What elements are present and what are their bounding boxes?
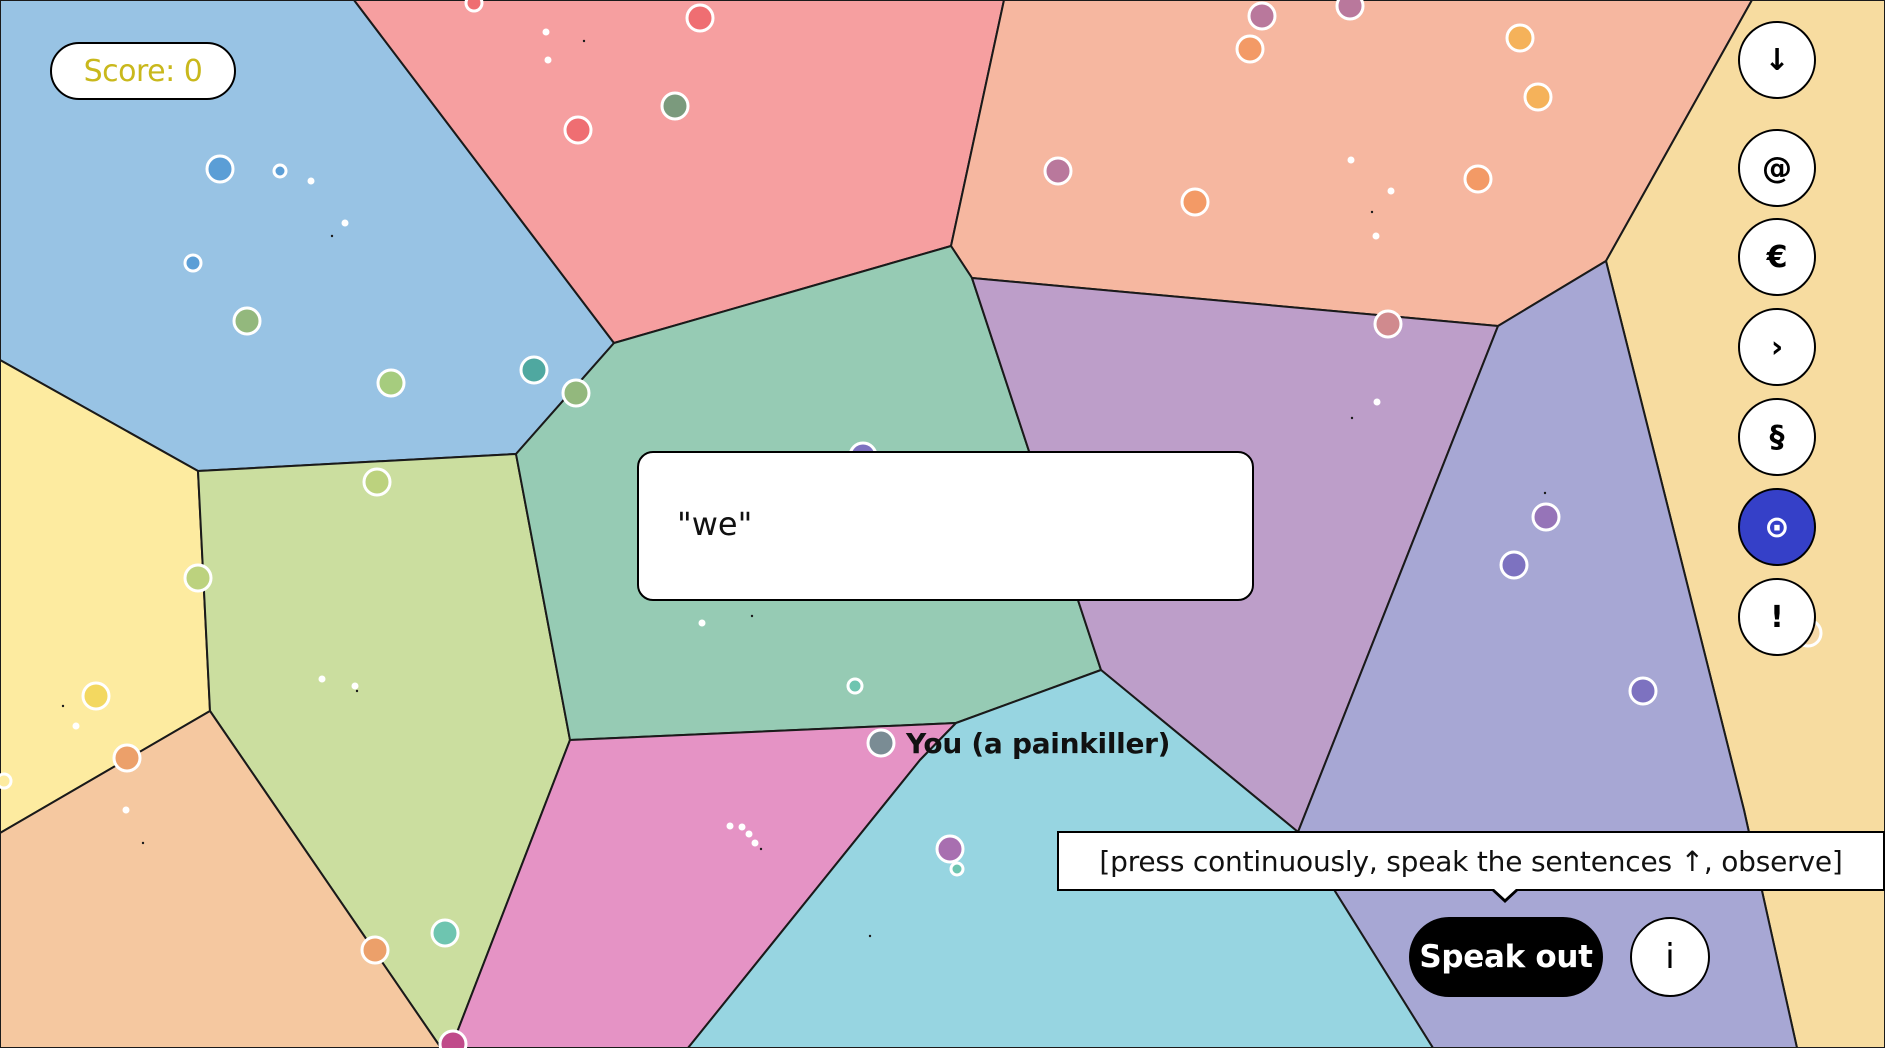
- speck: [868, 934, 872, 938]
- speck: [72, 722, 80, 730]
- speck: [750, 614, 754, 618]
- player-dot: [949, 861, 965, 877]
- speck: [341, 219, 349, 227]
- player-dot: [438, 1029, 468, 1048]
- speak-out-label: Speak out: [1419, 939, 1593, 975]
- player-dot: [205, 154, 235, 184]
- chevron-right-icon: ›: [1770, 329, 1784, 365]
- prompt-word: "we": [677, 505, 753, 543]
- player-dot: [1043, 156, 1073, 186]
- player-dot: [81, 681, 111, 711]
- speck: [1543, 491, 1547, 495]
- player-dot: [660, 91, 690, 121]
- player-dot: [1505, 23, 1535, 53]
- section-icon: §: [1769, 419, 1785, 455]
- tooltip-pointer-fill: [1493, 888, 1517, 899]
- player-dot: [376, 368, 406, 398]
- section-button[interactable]: §: [1738, 398, 1816, 476]
- speck: [759, 847, 763, 851]
- speck: [1350, 416, 1354, 420]
- euro-button[interactable]: €: [1738, 218, 1816, 296]
- speck: [751, 839, 759, 847]
- player-dot: [232, 306, 262, 336]
- speck: [1372, 232, 1380, 240]
- player-dot: [685, 3, 715, 33]
- speck: [61, 704, 65, 708]
- player-dot: [360, 935, 390, 965]
- speck: [355, 689, 359, 693]
- speck: [141, 841, 145, 845]
- at-sign-button[interactable]: @: [1738, 129, 1816, 207]
- player-dot: [1180, 187, 1210, 217]
- player-dot: [866, 728, 896, 758]
- info-button[interactable]: i: [1630, 917, 1710, 997]
- player-dot: [183, 253, 203, 273]
- player-dot: [362, 467, 392, 497]
- info-icon: i: [1665, 937, 1675, 977]
- player-dot: [1373, 309, 1403, 339]
- speck: [544, 56, 552, 64]
- player-dot: [561, 378, 591, 408]
- player-dot: [935, 834, 965, 864]
- speck: [122, 806, 130, 814]
- speck: [318, 675, 326, 683]
- player-dot: [430, 918, 460, 948]
- euro-icon: €: [1766, 239, 1788, 275]
- target-button[interactable]: ⊙: [1738, 488, 1816, 566]
- player-dot: [1531, 502, 1561, 532]
- player-dot: [1628, 676, 1658, 706]
- player-dot: [272, 163, 288, 179]
- speak-out-button[interactable]: Speak out: [1409, 917, 1603, 997]
- speck: [1347, 156, 1355, 164]
- speck: [1370, 210, 1374, 214]
- speck: [582, 39, 586, 43]
- player-dot: [1335, 0, 1365, 21]
- player-dot: [1247, 1, 1277, 31]
- player-dot: [1235, 34, 1265, 64]
- speck: [745, 830, 753, 838]
- hint-tooltip: [press continuously, speak the sentences…: [1057, 831, 1885, 891]
- speck: [307, 177, 315, 185]
- player-dot: [1523, 82, 1553, 112]
- player-dot: [1463, 164, 1493, 194]
- down-arrow-icon: ↓: [1764, 42, 1790, 78]
- exclamation-button[interactable]: !: [1738, 578, 1816, 656]
- player-dot: [846, 677, 864, 695]
- speck: [738, 823, 746, 831]
- speck: [351, 682, 359, 690]
- speck: [1373, 398, 1381, 406]
- player-dot: [112, 743, 142, 773]
- player-dot: [464, 0, 484, 13]
- player-label: You (a painkiller): [906, 727, 1171, 760]
- score-label: Score: 0: [83, 53, 203, 89]
- speck: [1387, 187, 1395, 195]
- player-dot: [183, 563, 213, 593]
- speck: [330, 234, 334, 238]
- player-dot: [1499, 550, 1529, 580]
- speck: [726, 822, 734, 830]
- exclamation-icon: !: [1770, 599, 1784, 635]
- target-icon: ⊙: [1764, 509, 1790, 545]
- player-dot: [0, 772, 13, 790]
- hint-text: [press continuously, speak the sentences…: [1099, 844, 1843, 878]
- speck: [698, 619, 706, 627]
- score-display: Score: 0: [50, 42, 236, 100]
- chevron-right-button[interactable]: ›: [1738, 308, 1816, 386]
- speck: [542, 28, 550, 36]
- prompt-word-box: "we": [637, 451, 1254, 601]
- player-dot: [519, 355, 549, 385]
- at-sign-icon: @: [1762, 150, 1792, 186]
- down-arrow-button[interactable]: ↓: [1738, 21, 1816, 99]
- player-dot: [563, 115, 593, 145]
